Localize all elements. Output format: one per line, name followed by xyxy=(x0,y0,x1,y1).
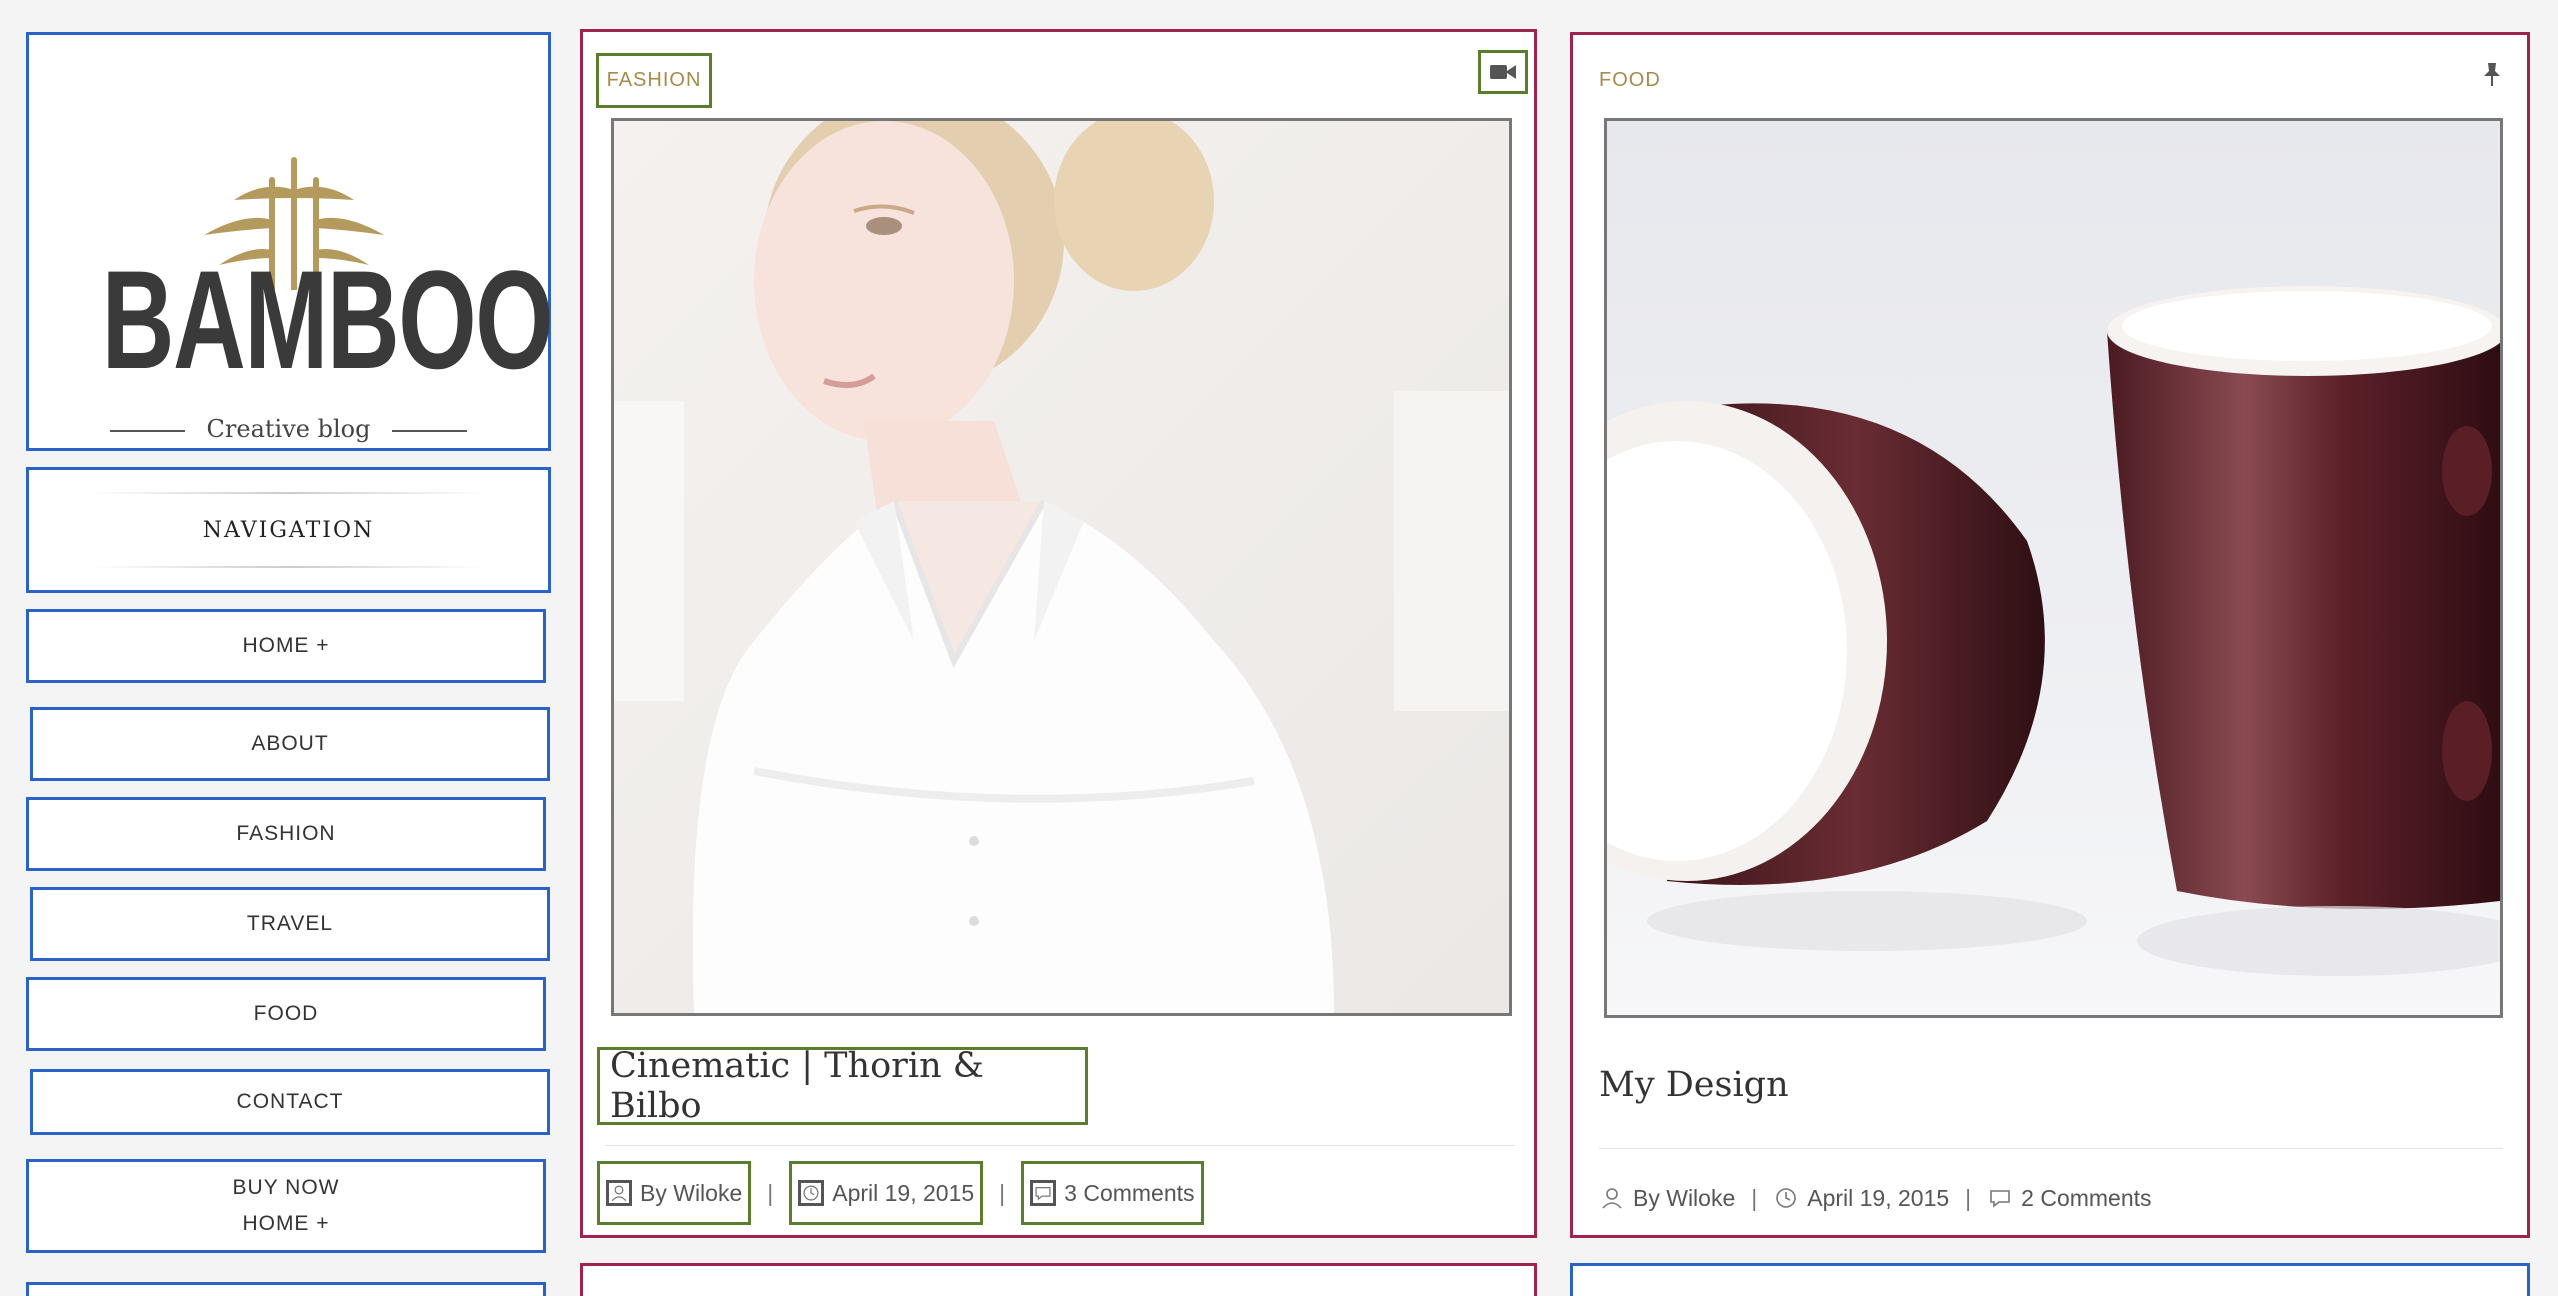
comment-icon xyxy=(1990,1190,2010,1208)
navigation-title: NAVIGATION xyxy=(202,518,375,543)
nav-item-about[interactable]: ABOUT xyxy=(30,707,550,781)
post-image[interactable] xyxy=(1604,118,2503,1018)
author-label: By Wiloke xyxy=(1633,1184,1736,1211)
pin-icon[interactable] xyxy=(2481,61,2503,87)
nav-item-label: BUY NOW xyxy=(232,1176,340,1199)
divider xyxy=(89,566,488,568)
meta-separator: | xyxy=(1965,1184,1972,1211)
clock-icon xyxy=(1776,1188,1797,1208)
comment-icon xyxy=(1030,1180,1057,1206)
meta-separator: | xyxy=(999,1179,1006,1206)
date-link[interactable]: April 19, 2015 xyxy=(789,1161,984,1225)
meta-separator: | xyxy=(1751,1184,1758,1211)
comments-link[interactable]: 3 Comments xyxy=(1021,1161,1204,1225)
nav-item-partial[interactable] xyxy=(26,1282,546,1296)
post-card-partial[interactable] xyxy=(580,1263,1537,1296)
logo-box[interactable]: BAMBOO Creative blog xyxy=(26,32,554,451)
user-icon xyxy=(606,1180,632,1206)
nav-item-label: TRAVEL xyxy=(246,912,334,935)
author-link[interactable]: By Wiloke xyxy=(597,1161,752,1225)
nav-item-buy-now[interactable]: BUY NOW HOME + xyxy=(26,1159,546,1253)
nav-item-label: HOME + xyxy=(242,634,330,657)
category-label[interactable]: FOOD xyxy=(1599,69,1661,92)
nav-item-label: FOOD xyxy=(253,1002,319,1025)
date-link[interactable]: April 19, 2015 xyxy=(1773,1185,1949,1212)
category-label: FASHION xyxy=(606,69,702,91)
date-label: April 19, 2015 xyxy=(1807,1184,1950,1211)
post-meta: By Wiloke | April 19, 2015 | 3 Comments xyxy=(597,1161,1204,1225)
nav-item-sub-label: HOME + xyxy=(242,1212,330,1235)
video-camera-icon[interactable] xyxy=(1478,50,1528,94)
post-title[interactable]: My Design xyxy=(1599,1065,1789,1105)
author-label: By Wiloke xyxy=(640,1179,743,1206)
divider xyxy=(89,492,488,494)
nav-item-contact[interactable]: CONTACT xyxy=(30,1069,550,1135)
clock-icon xyxy=(798,1180,825,1206)
site-logo-text: BAMBOO xyxy=(101,241,554,398)
nav-item-food[interactable]: FOOD xyxy=(26,977,546,1051)
meta-separator: | xyxy=(767,1179,774,1206)
comments-link[interactable]: 2 Comments xyxy=(1987,1184,2152,1212)
burgundy-cups-image xyxy=(1607,121,2500,1015)
post-title: Cinematic | Thorin & Bilbo xyxy=(610,1046,984,1126)
post-card: FASHION Cinematic | Thorin & Bilbo By Wi… xyxy=(580,29,1537,1238)
nav-item-fashion[interactable]: FASHION xyxy=(26,797,546,871)
nav-item-home[interactable]: HOME + xyxy=(26,609,546,683)
post-card: FOOD My Design By Wiloke | April 19, 201… xyxy=(1570,32,2530,1238)
nav-item-label: ABOUT xyxy=(251,732,329,755)
post-card-partial[interactable] xyxy=(1570,1263,2530,1296)
divider xyxy=(605,1145,1515,1146)
author-link[interactable]: By Wiloke xyxy=(1599,1185,1735,1212)
comments-label: 2 Comments xyxy=(2021,1184,2152,1211)
post-image[interactable] xyxy=(611,118,1512,1016)
nav-item-label: FASHION xyxy=(236,822,336,845)
comments-label: 3 Comments xyxy=(1064,1179,1195,1206)
user-icon xyxy=(1602,1188,1622,1209)
navigation-header: NAVIGATION xyxy=(26,467,551,593)
site-tagline: Creative blog xyxy=(29,415,548,443)
divider xyxy=(1599,1148,2503,1149)
nav-item-travel[interactable]: TRAVEL xyxy=(30,887,550,961)
woman-in-white-shirt-image xyxy=(614,121,1509,1013)
post-meta: By Wiloke | April 19, 2015 | 2 Comments xyxy=(1599,1178,2152,1218)
post-title-link[interactable]: Cinematic | Thorin & Bilbo xyxy=(597,1046,1088,1126)
category-badge[interactable]: FASHION xyxy=(596,53,712,108)
date-label: April 19, 2015 xyxy=(832,1179,975,1206)
nav-item-label: CONTACT xyxy=(236,1090,344,1113)
